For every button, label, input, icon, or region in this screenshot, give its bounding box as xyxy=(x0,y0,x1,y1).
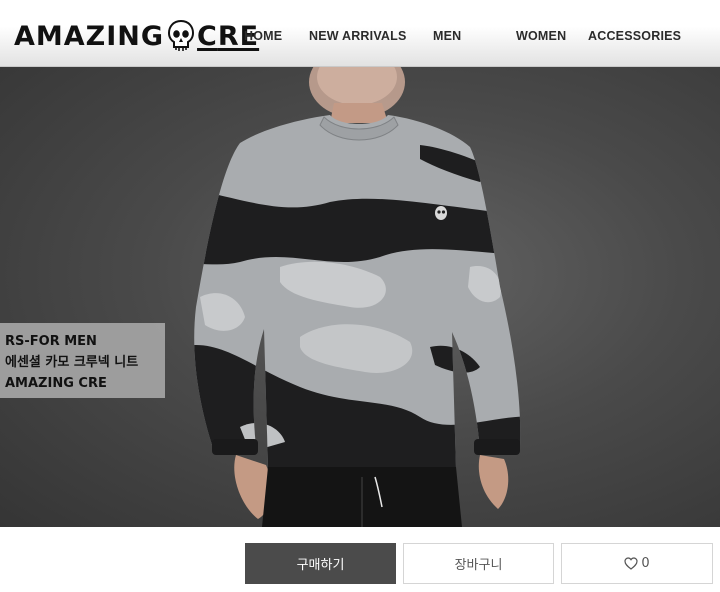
logo-text-left: AMAZING xyxy=(14,20,165,52)
product-hero-image: RS-FOR MEN 에센셜 카모 크루넥 니트 AMAZING CRE xyxy=(0,67,720,527)
skull-icon xyxy=(168,20,195,51)
buy-button[interactable]: 구매하기 xyxy=(245,543,396,584)
nav-new-arrivals[interactable]: NEW ARRIVALS xyxy=(309,29,407,43)
nav-women[interactable]: WOMEN xyxy=(516,29,566,43)
brand-logo[interactable]: AMAZING CRE xyxy=(14,18,259,54)
heart-icon xyxy=(624,557,638,570)
nav-accessories[interactable]: ACCESSORIES xyxy=(588,29,681,43)
like-button[interactable]: 0 xyxy=(561,543,713,584)
product-action-bar: 구매하기 장바구니 0 xyxy=(0,527,720,592)
caption-line-2: 에센셜 카모 크루넥 니트 xyxy=(5,355,139,370)
site-header: AMAZING CRE HOME NEW ARRIVALS MEN WOMEN … xyxy=(0,0,720,67)
caption-line-1: RS-FOR MEN xyxy=(5,334,97,349)
product-caption: RS-FOR MEN 에센셜 카모 크루넥 니트 AMAZING CRE xyxy=(0,323,165,398)
caption-line-3: AMAZING CRE xyxy=(5,376,107,391)
model-sweater-illustration xyxy=(194,67,521,527)
nav-men[interactable]: MEN xyxy=(433,29,461,43)
nav-home[interactable]: HOME xyxy=(244,29,282,43)
add-to-cart-button[interactable]: 장바구니 xyxy=(403,543,554,584)
like-count: 0 xyxy=(641,556,650,571)
